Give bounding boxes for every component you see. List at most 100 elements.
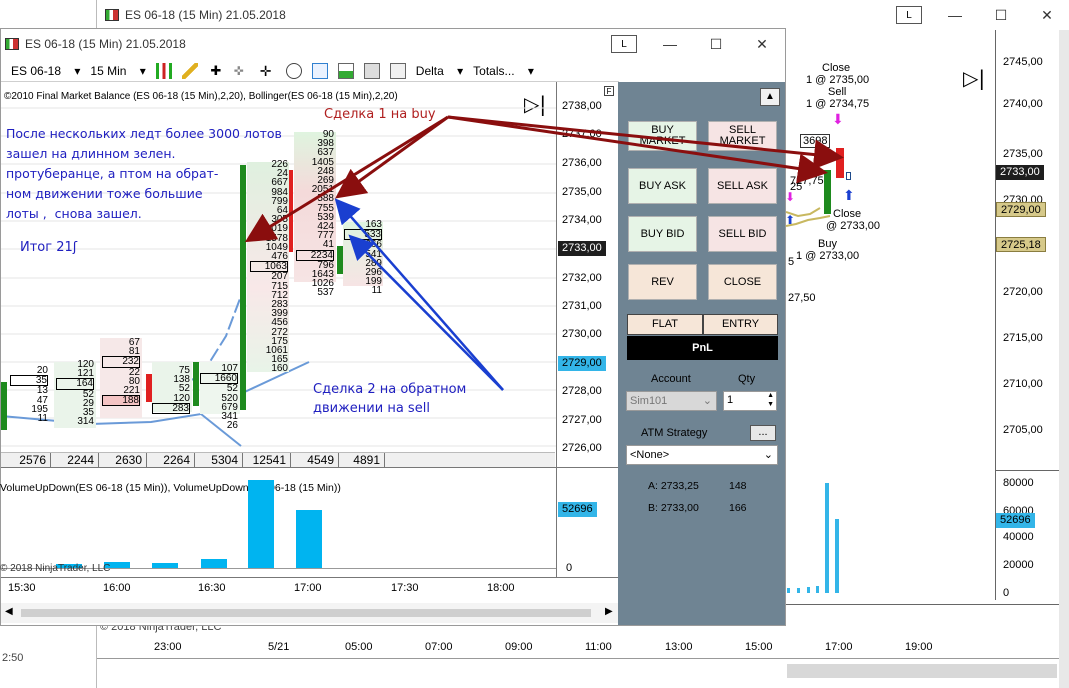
interval-selector[interactable]: 15 Min ▾ xyxy=(90,64,145,78)
reverse-button[interactable]: REV xyxy=(628,264,697,300)
chart-trader-icon[interactable] xyxy=(311,62,328,79)
volume-indicator-label: VolumeUpDown(ES 06-18 (15 Min)), VolumeU… xyxy=(0,482,341,494)
back-hscroll[interactable] xyxy=(787,664,1057,678)
volume-bar xyxy=(296,510,322,568)
next-bar-icon[interactable]: ▷| xyxy=(963,66,985,90)
chevron-down-icon: ⌄ xyxy=(763,449,773,461)
scroll-thumb[interactable] xyxy=(21,609,591,617)
sell-bid-button[interactable]: SELL BID xyxy=(708,216,777,252)
close-position-button[interactable]: CLOSE xyxy=(708,264,777,300)
ladder-cell: 163 xyxy=(365,219,382,230)
annotation-itog-text: Итог 21 xyxy=(20,240,73,255)
front-band-badge: 2729,00 xyxy=(558,356,606,371)
back-vol-label: 0 xyxy=(1003,587,1010,599)
front-price-label: 2731,00 xyxy=(562,300,602,312)
scroll-right-icon[interactable]: ▶ xyxy=(605,606,613,617)
front-price-label: 2738,00 xyxy=(562,100,602,112)
trade-label-sell-fill: 1 @ 2734,75 xyxy=(806,98,870,110)
atm-strategy-label: ATM Strategy xyxy=(641,427,708,439)
strategies-icon[interactable] xyxy=(363,62,380,79)
bar-style-icon[interactable] xyxy=(155,62,172,79)
account-select[interactable]: Sim101 ⌄ xyxy=(626,391,717,411)
qty-label: Qty xyxy=(738,373,756,385)
front-current-price-badge: 2733,00 xyxy=(558,241,606,256)
entry-indicator: ENTRY xyxy=(703,314,778,335)
front-price-label: 2727,00 xyxy=(562,414,602,426)
totals-selector[interactable]: Totals... ▾ xyxy=(473,64,534,78)
front-hscroll[interactable]: ◀ ▶ xyxy=(1,603,618,623)
collapse-panel-button[interactable]: ▲ xyxy=(760,88,780,106)
close-button[interactable]: ✕ xyxy=(739,29,785,59)
sell-market-button[interactable]: SELL MARKET xyxy=(708,121,777,151)
front-price-label: 2735,00 xyxy=(562,186,602,198)
ladder-cell: 188 xyxy=(102,395,140,407)
maximize-button[interactable]: ☐ xyxy=(978,0,1024,30)
buy-market-button[interactable]: BUY MARKET xyxy=(628,121,697,151)
back-price-label: 2745,00 xyxy=(1003,56,1043,68)
maximize-button[interactable]: ☐ xyxy=(693,29,739,59)
properties-icon[interactable] xyxy=(389,62,406,79)
back-time-label: 05:00 xyxy=(345,641,373,653)
back-volume-bar xyxy=(825,483,829,593)
ladder-cell: 314 xyxy=(77,416,94,428)
pin-icon[interactable]: ✜ xyxy=(234,63,250,79)
annotation-deal2: Сделка 2 на обратном движении на sell xyxy=(313,382,467,416)
link-button[interactable]: L xyxy=(611,35,637,53)
stepper-down-icon[interactable]: ▼ xyxy=(767,401,774,408)
zoom-icon[interactable] xyxy=(285,62,302,79)
scroll-left-icon[interactable]: ◀ xyxy=(5,606,13,617)
totals-label: Totals... xyxy=(473,63,515,78)
atm-strategy-select[interactable]: <None> ⌄ xyxy=(626,445,778,465)
candle-green xyxy=(1,382,7,430)
annotation-deal1: Сделка 1 на buy xyxy=(324,107,436,122)
ladder-cell: 221 xyxy=(123,385,140,397)
chart-icon xyxy=(5,38,19,50)
footprint-values: 75 138 52 120 283 xyxy=(152,365,190,415)
order-ticket-badge[interactable]: 3698 xyxy=(800,134,831,148)
crosshair-plus-icon[interactable]: ✚ xyxy=(208,63,224,79)
front-volume-badge: 52696 xyxy=(558,502,597,517)
total-cell: 2244 xyxy=(51,453,99,467)
ladder-cell: 120 xyxy=(173,392,190,404)
chevron-down-icon: ⌄ xyxy=(702,395,712,407)
pnl-display: PnL xyxy=(627,336,778,360)
delta-selector[interactable]: Delta ▾ xyxy=(416,64,463,78)
total-cell: 5304 xyxy=(195,453,243,467)
ladder-cell: 164 xyxy=(56,378,94,390)
front-time-label: 17:00 xyxy=(294,582,322,594)
back-volume-badge: 52696 xyxy=(996,513,1035,528)
back-time-label: 23:00 xyxy=(154,641,182,653)
instrument-selector[interactable]: ES 06-18 ▾ xyxy=(11,64,80,78)
stepper-up-icon[interactable]: ▲ xyxy=(767,392,774,399)
front-price-label: 2726,00 xyxy=(562,442,602,454)
chart-icon xyxy=(105,9,119,21)
front-copyright: © 2018 NinjaTrader, LLC xyxy=(0,563,111,574)
back-price-label: 2735,00 xyxy=(1003,148,1043,160)
interval-label: 15 Min xyxy=(90,63,127,78)
minimize-button[interactable]: — xyxy=(932,0,978,30)
atm-browse-button[interactable]: ... xyxy=(750,425,776,441)
indicators-icon[interactable] xyxy=(337,62,354,79)
totals-row: 2576 2244 2630 2264 5304 12541 4549 4891 xyxy=(1,452,555,467)
close-button[interactable]: ✕ xyxy=(1024,0,1069,30)
link-button[interactable]: L xyxy=(896,6,922,24)
buy-ask-button[interactable]: BUY ASK xyxy=(628,168,697,204)
back-price-label: 2720,00 xyxy=(1003,286,1043,298)
crosshair-icon[interactable]: ✛ xyxy=(260,63,276,79)
volume-bar xyxy=(201,559,227,568)
front-time-label: 15:30 xyxy=(8,582,36,594)
back-current-price-badge: 2733,00 xyxy=(996,165,1044,180)
back-band-lower-badge: 2725,18 xyxy=(996,237,1046,252)
back-vol-label: 80000 xyxy=(1003,477,1034,489)
pencil-icon[interactable] xyxy=(181,62,198,79)
back-price-label: 2710,00 xyxy=(1003,378,1043,390)
qty-stepper[interactable]: 1 ▲ ▼ xyxy=(723,391,777,411)
front-price-label: 2728,00 xyxy=(562,385,602,397)
footprint-values: 188 xyxy=(102,395,140,407)
sell-ask-button[interactable]: SELL ASK xyxy=(708,168,777,204)
back-scrollbar[interactable] xyxy=(1059,30,1069,688)
trade-label-partial-3: 5 xyxy=(788,256,795,268)
instrument-label: ES 06-18 xyxy=(11,63,62,78)
minimize-button[interactable]: — xyxy=(647,29,693,59)
buy-bid-button[interactable]: BUY BID xyxy=(628,216,697,252)
